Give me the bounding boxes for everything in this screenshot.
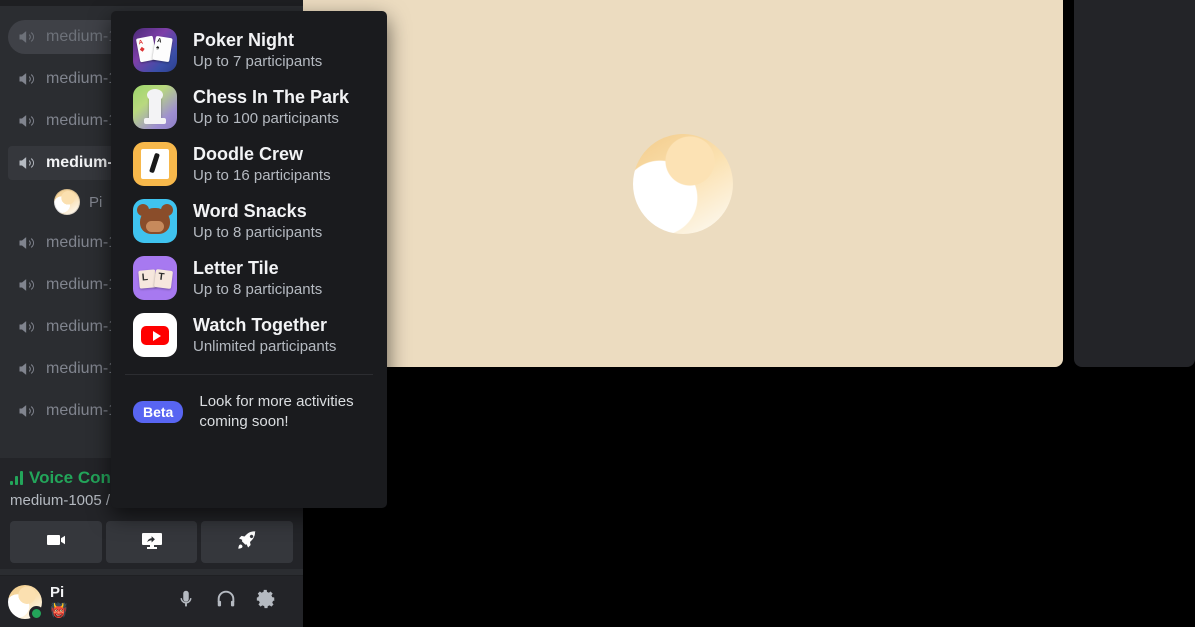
word-snacks-icon (133, 198, 177, 243)
activity-name: Doodle Crew (193, 143, 304, 164)
speaker-icon (16, 26, 38, 48)
video-tile-secondary[interactable] (1074, 0, 1195, 367)
user-custom-status: 👹 (50, 602, 68, 618)
activity-name: Watch Together (193, 314, 327, 335)
activities-button[interactable] (201, 521, 294, 563)
activity-text: Word Snacks Up to 8 participants (193, 200, 322, 242)
voice-action-buttons (10, 521, 294, 563)
speaker-icon (16, 68, 38, 90)
speaker-icon (16, 400, 38, 422)
activity-item-letter-tile[interactable]: L T Letter Tile Up to 8 participants (111, 249, 387, 306)
activity-item-watch-together[interactable]: Watch Together Unlimited participants (111, 306, 387, 363)
beta-text-line-2: coming soon! (199, 413, 289, 430)
discord-window: medium-1001 NEW medium-1002 medium-1003 (0, 0, 1195, 627)
activity-participants: Unlimited participants (193, 337, 337, 355)
letter-tile-icon: L T (133, 255, 177, 300)
avatar[interactable] (8, 584, 44, 621)
screen-share-button[interactable] (105, 521, 198, 563)
activity-text: Poker Night Up to 7 participants (193, 29, 322, 71)
activity-item-word-snacks[interactable]: Word Snacks Up to 8 participants (111, 192, 387, 249)
watch-together-icon (133, 312, 177, 357)
beta-notice: Beta Look for more activities coming soo… (111, 375, 387, 432)
activity-text: Letter Tile Up to 8 participants (193, 257, 322, 299)
video-button[interactable] (10, 521, 102, 563)
camera-icon (44, 528, 68, 557)
activities-popup: A ◆ A ♠ Poker Night Up to 7 participants C… (111, 11, 387, 508)
speaker-icon (16, 110, 38, 132)
activity-name: Chess In The Park (193, 86, 350, 107)
voice-member-name: Pi (89, 193, 103, 211)
user-panel: Pi 👹 (0, 575, 303, 627)
rocket-icon (235, 528, 259, 557)
activity-participants: Up to 16 participants (193, 166, 331, 184)
activity-text: Chess In The Park Up to 100 participants (193, 86, 349, 128)
participant-avatar (633, 133, 733, 234)
username-label: Pi (50, 584, 65, 601)
speaker-icon (16, 152, 38, 174)
video-tile-primary[interactable] (303, 0, 1063, 367)
activity-list: A ◆ A ♠ Poker Night Up to 7 participants C… (111, 11, 387, 363)
activity-name: Word Snacks (193, 200, 307, 221)
activity-participants: Up to 100 participants (193, 109, 339, 127)
speaker-icon (16, 358, 38, 380)
online-status-indicator (29, 605, 44, 621)
avatar (54, 189, 80, 215)
microphone-icon[interactable] (175, 588, 197, 615)
activity-text: Watch Together Unlimited participants (193, 314, 336, 356)
headphones-icon[interactable] (215, 588, 237, 615)
user-controls (175, 588, 295, 615)
activity-text: Doodle Crew Up to 16 participants (193, 143, 331, 185)
beta-text-line-1: Look for more activities (199, 393, 354, 410)
chess-in-the-park-icon (133, 84, 177, 129)
beta-notice-text: Look for more activities coming soon! (199, 392, 353, 432)
activity-participants: Up to 8 participants (193, 223, 323, 241)
activity-item-chess-in-the-park[interactable]: Chess In The Park Up to 100 participants (111, 78, 387, 135)
activity-item-doodle-crew[interactable]: Doodle Crew Up to 16 participants (111, 135, 387, 192)
activity-name: Poker Night (193, 29, 295, 50)
activity-participants: Up to 7 participants (193, 52, 323, 70)
activity-participants: Up to 8 participants (193, 280, 323, 298)
activity-name: Letter Tile (193, 257, 279, 278)
speaker-icon (16, 316, 38, 338)
speaker-icon (16, 274, 38, 296)
signal-strength-icon (10, 471, 23, 485)
user-identity[interactable]: Pi 👹 (50, 585, 67, 618)
doodle-crew-icon (133, 141, 177, 186)
screen-share-icon (140, 528, 164, 557)
poker-night-icon: A ◆ A ♠ (133, 27, 177, 72)
gear-icon[interactable] (255, 588, 277, 615)
video-call-stage (303, 0, 1195, 627)
speaker-icon (16, 232, 38, 254)
status-badge: Beta (133, 401, 184, 423)
activity-item-poker-night[interactable]: A ◆ A ♠ Poker Night Up to 7 participants (111, 21, 387, 78)
